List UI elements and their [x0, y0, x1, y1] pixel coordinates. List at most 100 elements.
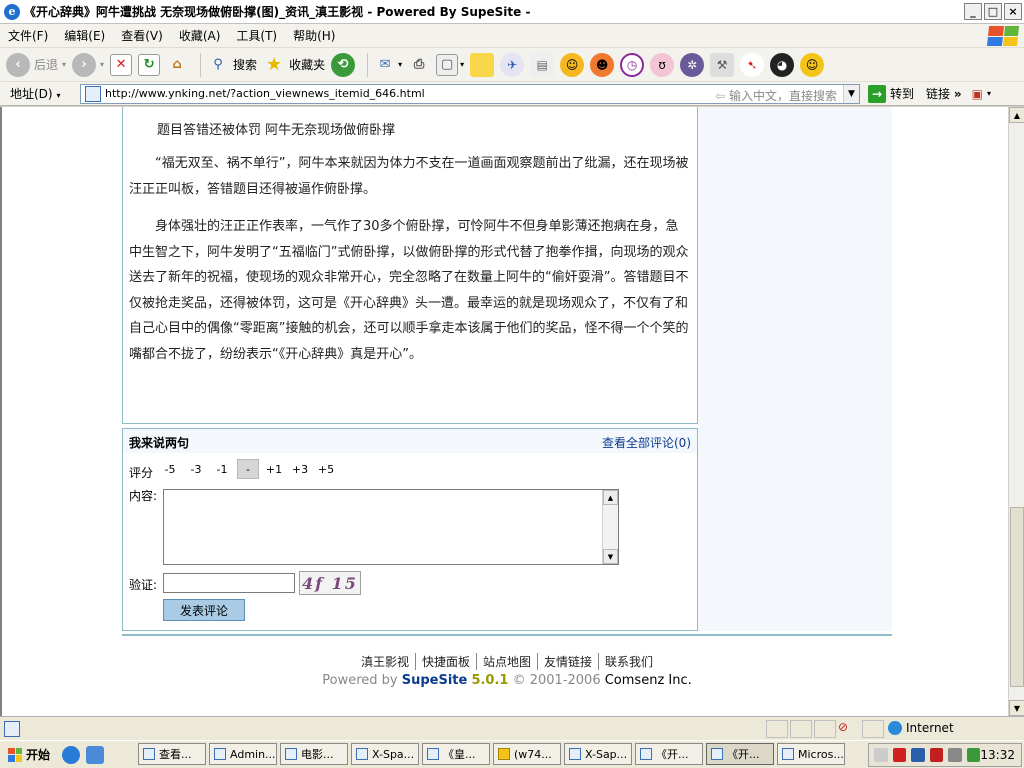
quicklaunch-ie-icon[interactable] — [62, 745, 81, 764]
volume-icon[interactable] — [948, 748, 962, 762]
menu-tools[interactable]: 工具(T) — [236, 27, 277, 44]
history-button[interactable]: ⟲ — [331, 52, 356, 77]
ime-icon[interactable] — [911, 748, 925, 762]
company-link[interactable]: Comsenz Inc. — [605, 673, 692, 688]
score-option[interactable]: -5 — [159, 459, 181, 479]
page-scrollbar[interactable]: ▲ ▼ — [1008, 107, 1024, 716]
submit-comment-button[interactable]: 发表评论 — [163, 599, 245, 621]
comment-textarea[interactable]: ▲ ▼ — [163, 489, 619, 565]
favorites-button[interactable]: ★ 收藏夹 — [263, 54, 325, 76]
scroll-thumb[interactable] — [1010, 507, 1024, 687]
quicklaunch-mail-icon[interactable] — [86, 745, 105, 764]
messenger-icon[interactable]: ✈ — [500, 52, 525, 77]
refresh-button[interactable]: ↻ — [138, 53, 161, 76]
penguin-icon[interactable]: ◕ — [770, 52, 795, 77]
score-option[interactable]: +3 — [289, 459, 311, 479]
right-sidebar — [698, 107, 892, 631]
scroll-up-icon[interactable]: ▲ — [1009, 107, 1024, 123]
start-button[interactable]: 开始 — [2, 743, 56, 767]
score-options: -5 -3 -1 - +1 +3 +5 — [159, 459, 337, 479]
scroll-down-icon[interactable]: ▼ — [1009, 700, 1024, 716]
stop-button[interactable]: ✕ — [110, 53, 133, 76]
smiley-tongue-icon[interactable]: ☺ — [560, 52, 585, 77]
minimize-button[interactable]: _ — [964, 3, 982, 20]
tool-icon[interactable]: ⚒ — [710, 52, 735, 77]
scroll-down-icon[interactable]: ▼ — [603, 549, 618, 564]
footer-link[interactable]: 站点地图 — [475, 653, 537, 670]
discuss-icon[interactable]: ▤ — [530, 52, 555, 77]
textarea-scrollbar[interactable]: ▲ ▼ — [602, 490, 618, 564]
taskbar: 开始 查看... Admin... 电影... X-Spa... 《皇... (… — [0, 740, 1024, 768]
footer-link[interactable]: 友情链接 — [537, 653, 598, 670]
forward-dropdown-icon[interactable]: ▾ — [100, 60, 104, 69]
task-button[interactable]: X-Sap... — [564, 743, 632, 765]
maximize-button[interactable]: □ — [984, 3, 1002, 20]
back-label: 后退 — [34, 58, 59, 72]
home-button[interactable]: ⌂ — [166, 54, 188, 76]
menu-favorites[interactable]: 收藏(A) — [179, 27, 221, 44]
task-button[interactable]: 查看... — [138, 743, 206, 765]
bird-icon[interactable]: ➷ — [740, 52, 765, 77]
task-button[interactable]: 《皇... — [422, 743, 490, 765]
footer-link[interactable]: 滇王影视 — [355, 653, 415, 670]
task-button[interactable]: Micros... — [777, 743, 845, 765]
translate-icon[interactable]: ▣ — [972, 87, 983, 101]
edit-button[interactable]: ▢ ▾ — [436, 53, 464, 76]
refresh-icon: ↻ — [138, 53, 161, 76]
close-button[interactable]: × — [1004, 3, 1022, 20]
print-button[interactable]: ⎙ — [408, 54, 430, 76]
tray-app-icon[interactable] — [966, 748, 981, 762]
note-icon[interactable] — [470, 52, 495, 77]
address-dropdown-icon[interactable]: ▼ — [843, 84, 859, 103]
score-option[interactable]: +1 — [263, 459, 285, 479]
network-icon[interactable] — [929, 748, 944, 762]
score-option[interactable]: -3 — [185, 459, 207, 479]
task-button[interactable]: Admin... — [209, 743, 277, 765]
score-option[interactable]: -1 — [211, 459, 233, 479]
back-button[interactable]: ‹ 后退 ▾ — [6, 52, 66, 77]
antivirus-icon[interactable] — [892, 748, 907, 762]
pig-icon[interactable]: ʊ — [650, 52, 675, 77]
menu-file[interactable]: 文件(F) — [8, 27, 48, 44]
history-icon: ⟲ — [331, 52, 356, 77]
score-label: 评分 — [129, 466, 154, 480]
task-button[interactable]: 电影... — [280, 743, 348, 765]
task-button[interactable]: (w74... — [493, 743, 561, 765]
task-button[interactable]: 《开... — [635, 743, 703, 765]
supesite-link[interactable]: SupeSite — [402, 673, 468, 688]
keyboard-icon[interactable] — [874, 748, 888, 762]
task-button-active[interactable]: 《开... — [706, 743, 774, 765]
search-hint: ⇦ 输入中文，直接搜索 — [715, 87, 837, 104]
back-dropdown-icon[interactable]: ▾ — [62, 60, 66, 69]
task-label: (w74... — [514, 747, 552, 761]
menu-help[interactable]: 帮助(H) — [293, 27, 335, 44]
forward-button[interactable]: › ▾ — [72, 52, 104, 77]
popup-blocker-icon[interactable]: ⊘ — [838, 720, 860, 738]
footer-link[interactable]: 联系我们 — [598, 653, 659, 670]
address-input[interactable]: http://www.ynking.net/?action_viewnews_i… — [80, 83, 860, 104]
footer-link[interactable]: 快捷面板 — [414, 653, 476, 670]
scroll-up-icon[interactable]: ▲ — [603, 490, 618, 505]
score-option-selected[interactable]: - — [237, 459, 259, 479]
mail-button[interactable]: ✉ ▾ — [374, 54, 402, 76]
verify-label: 验证: — [129, 578, 158, 592]
edit-dropdown-icon[interactable]: ▾ — [460, 60, 464, 69]
verify-input[interactable] — [163, 573, 295, 593]
smiley-wink-icon[interactable]: ☺ — [800, 52, 825, 77]
search-button[interactable]: ⚲ 搜索 — [207, 54, 257, 76]
go-button[interactable]: → 转到 — [868, 84, 914, 103]
powered-prefix: Powered by — [322, 673, 402, 688]
translate-dropdown-icon[interactable]: ▾ — [987, 89, 991, 98]
menu-edit[interactable]: 编辑(E) — [64, 27, 105, 44]
task-button[interactable]: X-Spa... — [351, 743, 419, 765]
view-all-comments-link[interactable]: 查看全部评论(0) — [602, 434, 691, 451]
print-icon: ⎙ — [413, 57, 425, 72]
mail-dropdown-icon[interactable]: ▾ — [398, 60, 402, 69]
menu-view[interactable]: 查看(V) — [121, 27, 163, 44]
compass-icon[interactable]: ◷ — [620, 52, 645, 77]
captcha-image: 4f 15 — [299, 571, 361, 595]
links-button[interactable]: 链接 » — [926, 85, 962, 102]
gear-icon[interactable]: ✲ — [680, 52, 705, 77]
score-option[interactable]: +5 — [315, 459, 337, 479]
smiley-shout-icon[interactable]: ☻ — [590, 52, 615, 77]
